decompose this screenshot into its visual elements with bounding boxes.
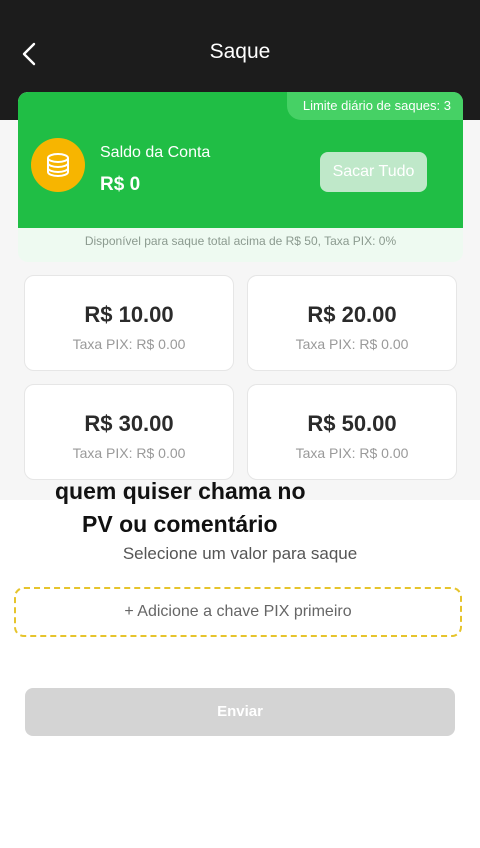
balance-label: Saldo da Conta — [100, 144, 211, 161]
overlay-caption-line1: quem quiser chama no — [55, 478, 306, 504]
amount-option-10[interactable]: R$ 10.00 Taxa PIX: R$ 0.00 — [24, 275, 234, 371]
amount-value: R$ 10.00 — [84, 302, 174, 327]
submit-button[interactable]: Enviar — [25, 688, 455, 736]
add-pix-key-button[interactable]: + Adicione a chave PIX primeiro — [14, 587, 462, 637]
coin-stack-icon — [31, 138, 85, 192]
select-amount-label: Selecione um valor para saque — [122, 544, 358, 563]
daily-limit-badge: Limite diário de saques: 3 — [286, 92, 463, 120]
amount-option-20[interactable]: R$ 20.00 Taxa PIX: R$ 0.00 — [247, 275, 457, 371]
amount-value: R$ 30.00 — [84, 411, 174, 436]
amount-option-50[interactable]: R$ 50.00 Taxa PIX: R$ 0.00 — [247, 384, 457, 480]
balance-value: R$ 0 — [100, 174, 141, 195]
overlay-caption-line2: PV ou comentário — [82, 511, 278, 537]
withdraw-all-button[interactable]: Sacar Tudo — [320, 152, 427, 192]
page-title: Saque — [209, 40, 271, 63]
amount-fee: Taxa PIX: R$ 0.00 — [295, 336, 409, 352]
add-pix-key-label: + Adicione a chave PIX primeiro — [124, 603, 352, 620]
amount-fee: Taxa PIX: R$ 0.00 — [72, 336, 186, 352]
amount-fee: Taxa PIX: R$ 0.00 — [295, 445, 409, 461]
amount-value: R$ 50.00 — [307, 411, 397, 436]
amount-fee: Taxa PIX: R$ 0.00 — [72, 445, 186, 461]
amount-option-30[interactable]: R$ 30.00 Taxa PIX: R$ 0.00 — [24, 384, 234, 480]
amount-value: R$ 20.00 — [307, 302, 397, 327]
availability-note: Disponível para saque total acima de R$ … — [84, 234, 397, 248]
balance-card: Limite diário de saques: 3 Saldo da Cont… — [18, 92, 463, 228]
